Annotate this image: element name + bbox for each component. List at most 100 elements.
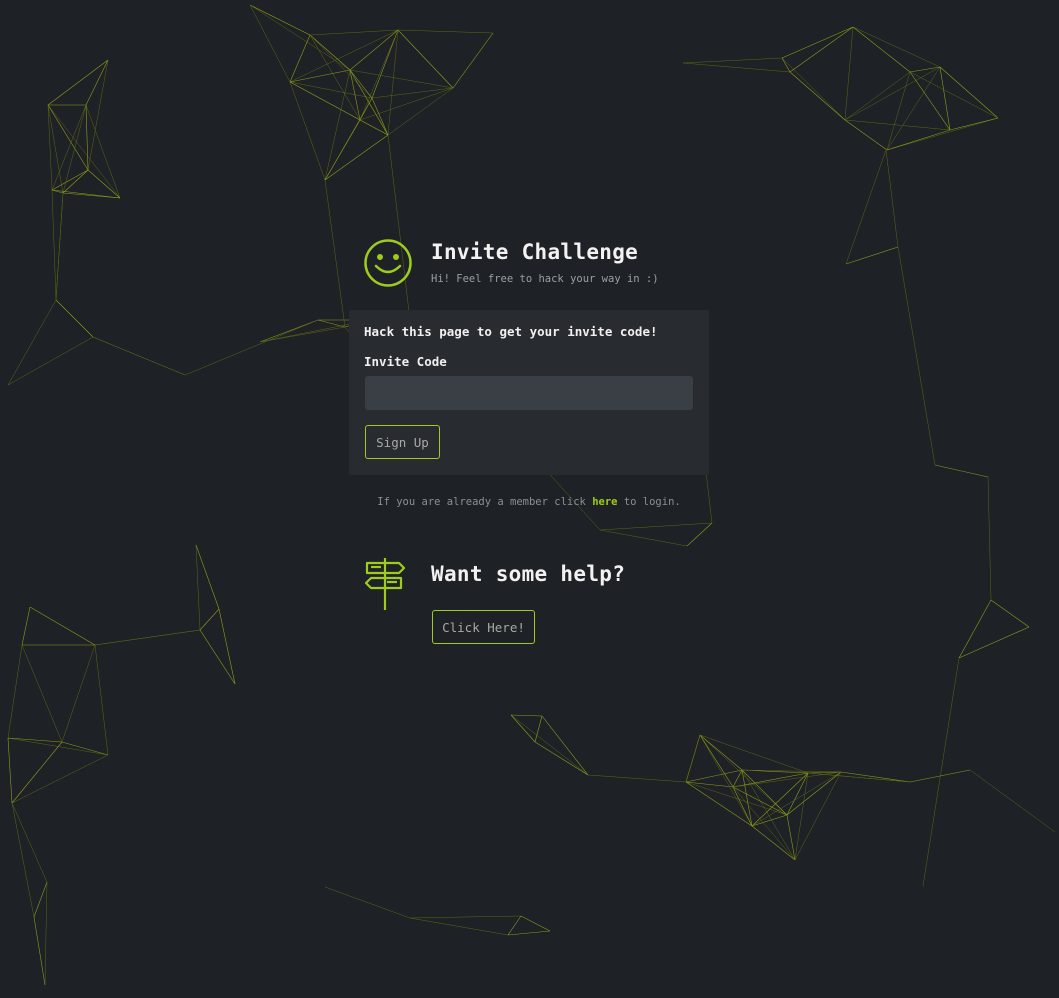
network-edge xyxy=(62,104,87,194)
network-edge xyxy=(682,62,791,73)
network-edge xyxy=(44,881,48,986)
network-edge xyxy=(55,192,64,301)
network-edge xyxy=(289,81,373,99)
network-edge xyxy=(309,34,351,71)
network-edge xyxy=(94,629,201,646)
network-edge xyxy=(685,769,743,783)
network-edge xyxy=(969,769,1056,833)
network-edge xyxy=(909,71,951,131)
network-edge xyxy=(732,786,753,827)
invite-form-panel: Hack this page to get your invite code! … xyxy=(349,310,709,475)
network-edge xyxy=(949,117,999,131)
page-subtitle: Hi! Feel free to hack your way in :) xyxy=(431,273,659,285)
login-prompt-suffix: to login. xyxy=(617,496,681,508)
network-edge xyxy=(587,774,687,783)
network-edge xyxy=(289,81,361,121)
network-edge xyxy=(939,66,951,131)
network-edge xyxy=(844,66,941,121)
network-edge xyxy=(452,32,494,89)
network-edge xyxy=(510,714,536,743)
network-edge xyxy=(534,741,589,776)
network-edge xyxy=(92,336,186,376)
login-link[interactable]: here xyxy=(592,496,617,508)
network-edge xyxy=(47,104,121,199)
network-edge xyxy=(51,169,89,191)
network-edge xyxy=(885,149,899,248)
network-edge xyxy=(751,825,796,861)
network-edge xyxy=(324,134,389,181)
network-edge xyxy=(7,336,94,386)
network-edge xyxy=(85,104,121,199)
network-edge xyxy=(29,606,96,646)
network-edge xyxy=(845,149,887,265)
network-edge xyxy=(349,69,454,89)
network-edge xyxy=(789,71,846,121)
network-edge xyxy=(349,69,373,99)
network-edge xyxy=(51,189,57,301)
network-edge xyxy=(789,26,854,73)
network-edge xyxy=(897,246,936,466)
network-edge xyxy=(934,464,989,478)
network-edge xyxy=(520,915,551,932)
network-edge xyxy=(541,715,589,776)
network-edge xyxy=(751,771,842,827)
network-edge xyxy=(781,57,846,121)
network-edge xyxy=(922,657,960,887)
network-edge xyxy=(732,769,743,788)
network-edge xyxy=(259,326,346,343)
network-edge xyxy=(249,4,291,83)
network-edge xyxy=(371,97,389,136)
network-edge xyxy=(886,117,999,151)
network-edge xyxy=(324,886,411,919)
network-edge xyxy=(11,802,35,918)
network-edge xyxy=(732,786,788,816)
network-edge xyxy=(324,119,361,181)
network-edge xyxy=(844,71,911,121)
invite-code-input[interactable] xyxy=(365,376,693,410)
network-edge xyxy=(289,34,311,83)
network-edge xyxy=(397,29,494,34)
network-edge xyxy=(732,772,809,788)
network-edge xyxy=(195,544,220,610)
network-edge xyxy=(11,754,109,804)
network-edge xyxy=(199,629,236,685)
network-edge xyxy=(7,737,13,804)
network-edge xyxy=(507,930,551,936)
network-edge xyxy=(686,522,713,547)
network-edge xyxy=(184,319,319,376)
network-edge xyxy=(781,26,854,59)
network-edge xyxy=(94,644,109,756)
network-edge xyxy=(886,71,911,151)
network-edge xyxy=(249,4,311,36)
network-edge xyxy=(259,319,319,343)
network-edge xyxy=(218,608,236,685)
network-edge xyxy=(751,772,809,827)
network-edge xyxy=(309,29,399,36)
network-edge xyxy=(886,66,941,151)
network-edge xyxy=(844,119,951,131)
sign-up-button[interactable]: Sign Up xyxy=(365,425,440,459)
network-edge xyxy=(599,522,713,531)
network-edge xyxy=(886,129,951,151)
network-edge xyxy=(990,599,1030,628)
network-edge xyxy=(199,608,220,631)
network-edge xyxy=(387,29,399,136)
help-button[interactable]: Click Here! xyxy=(432,610,535,644)
network-edge xyxy=(11,741,63,804)
network-edge xyxy=(371,29,399,99)
network-edge xyxy=(507,915,522,936)
network-edge xyxy=(349,29,399,71)
network-edge xyxy=(349,69,389,136)
network-edge xyxy=(958,626,1030,659)
network-edge xyxy=(397,29,454,89)
network-edge xyxy=(85,104,89,171)
network-edge xyxy=(85,59,109,106)
network-edge xyxy=(510,714,589,776)
network-edge xyxy=(324,69,351,181)
network-edge xyxy=(309,34,373,99)
network-edge xyxy=(289,81,326,181)
network-edge xyxy=(7,644,23,739)
network-edge xyxy=(21,606,31,646)
network-edge xyxy=(510,714,543,717)
network-edge xyxy=(685,734,701,783)
